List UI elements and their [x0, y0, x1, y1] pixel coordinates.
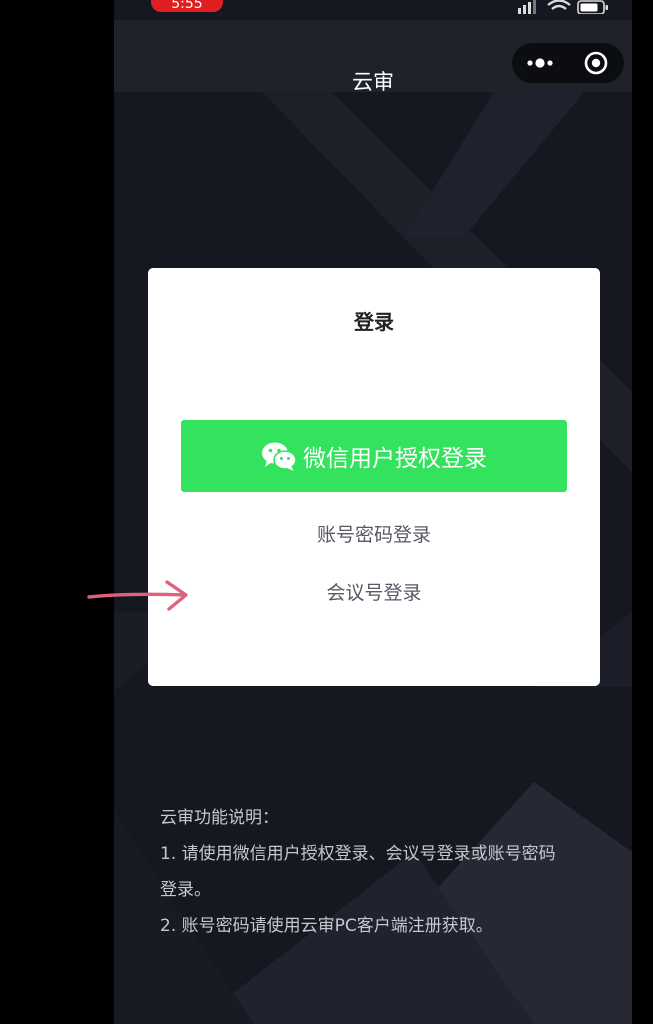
close-button[interactable]: [574, 43, 618, 83]
account-password-login-link[interactable]: 账号密码登录: [148, 520, 600, 547]
signal-icon: [518, 0, 536, 14]
login-card: 登录 微信用户授权登录 账号密码登录 会议号登录: [148, 268, 600, 686]
description-line-2: 2. 账号密码请使用云审PC客户端注册获取。: [160, 916, 493, 936]
nav-bar: 云审: [114, 20, 632, 94]
description-line-1-continued: 登录。: [160, 880, 211, 900]
more-button[interactable]: [518, 43, 562, 83]
status-bar: 5:55: [114, 0, 632, 20]
wechat-icon: [262, 442, 297, 471]
battery-icon: [577, 0, 608, 14]
phone-screen: 5:55 云审 登录 微信用户授权登录 账号密码登录 会议号登录 云审功能说明：…: [114, 0, 632, 1024]
wechat-login-label: 微信用户授权登录: [303, 445, 487, 471]
more-dots-icon: [527, 58, 553, 68]
meeting-number-login-link[interactable]: 会议号登录: [148, 578, 600, 605]
target-circle-icon: [584, 51, 608, 75]
description-heading: 云审功能说明：: [160, 808, 279, 828]
annotation-arrow-icon: [87, 580, 188, 611]
status-time-badge: 5:55: [151, 0, 223, 12]
wechat-login-button[interactable]: 微信用户授权登录: [181, 420, 567, 492]
description-line-1: 1. 请使用微信用户授权登录、会议号登录或账号密码: [160, 844, 556, 864]
login-title: 登录: [354, 310, 394, 334]
wifi-icon: [547, 0, 571, 10]
mini-program-capsule: [512, 43, 624, 83]
feature-description: 云审功能说明： 1. 请使用微信用户授权登录、会议号登录或账号密码 登录。 2.…: [160, 800, 630, 944]
status-icons: [518, 0, 608, 14]
screen: 5:55 云审 登录 微信用户授权登录 账号密码登录 会议号登录 云审功能说明：…: [0, 0, 653, 1024]
